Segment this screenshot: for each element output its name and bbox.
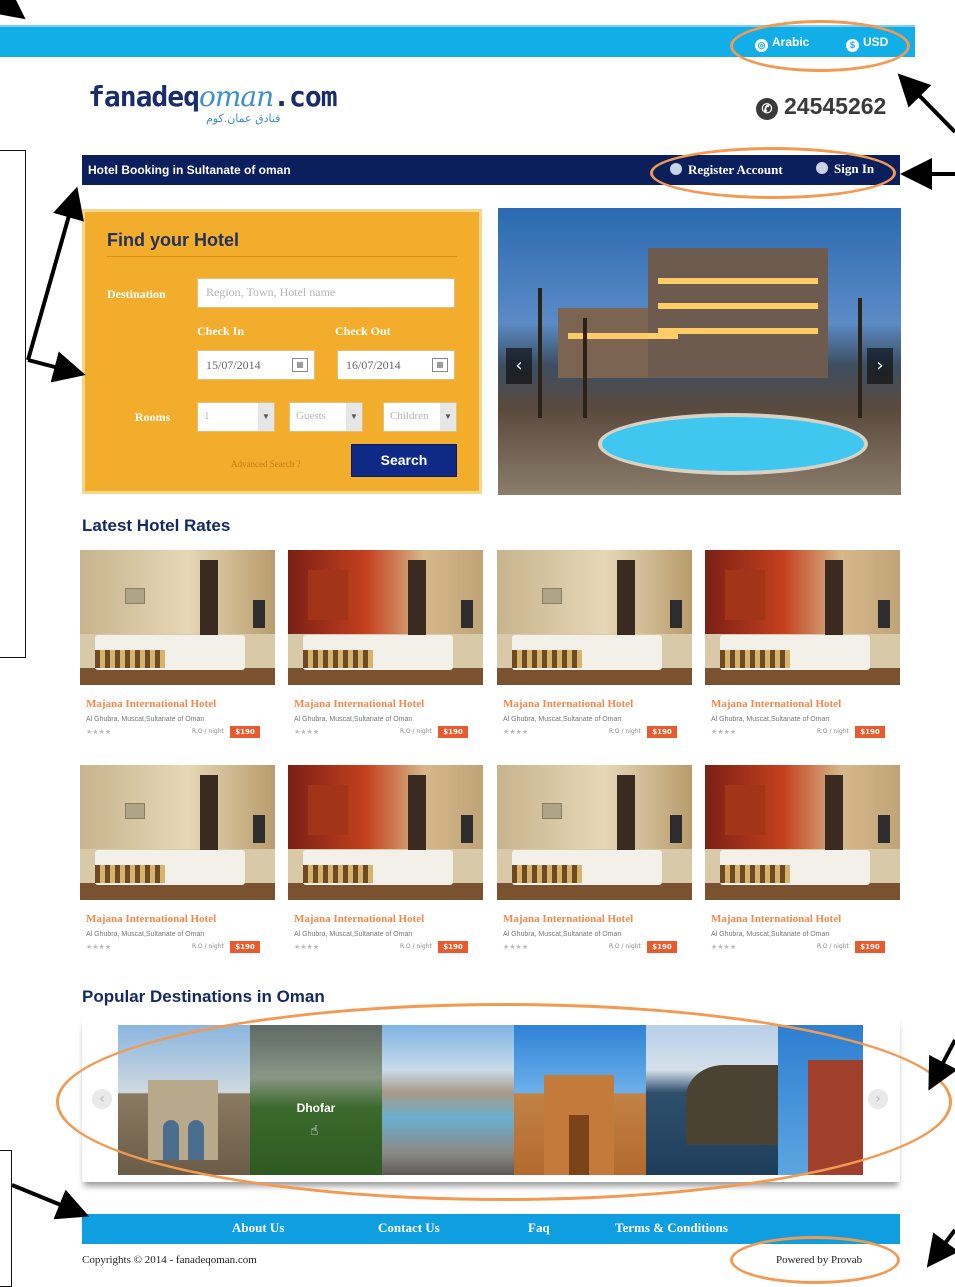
page: ◎ Arabic $ USD fanadeqoman.com فنادق عمان.… bbox=[0, 0, 955, 1287]
annotation-arrows bbox=[0, 0, 955, 1268]
